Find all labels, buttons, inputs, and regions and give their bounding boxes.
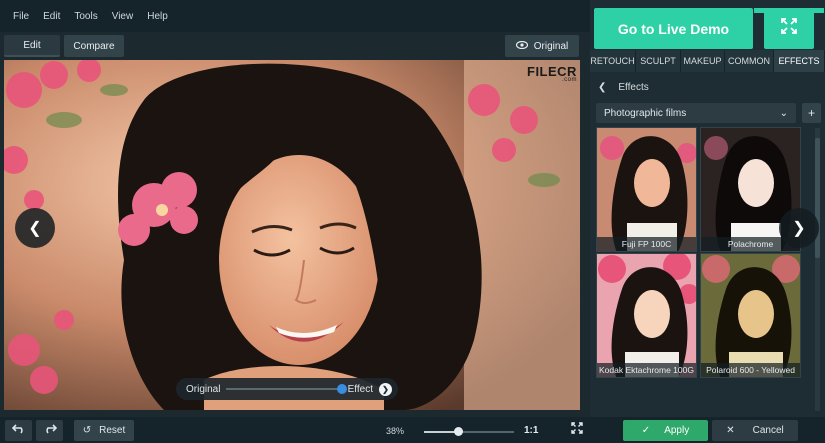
- tab-edit[interactable]: Edit: [4, 35, 60, 57]
- bottom-toolbar: ↺ Reset 38% 1:1 ✓ Apply ✕ Cancel: [0, 417, 825, 443]
- reset-label: Reset: [99, 425, 126, 436]
- reset-icon: ↺: [82, 425, 92, 436]
- add-effect-button[interactable]: +: [802, 103, 821, 123]
- effects-title: Effects: [618, 81, 649, 93]
- actual-size-button[interactable]: 1:1: [524, 425, 538, 436]
- thumbnail-label: Polaroid 600 - Yellowed: [701, 363, 800, 377]
- scroll-thumb[interactable]: [815, 138, 820, 258]
- thumbnail-image: [701, 254, 800, 377]
- before-after-slider[interactable]: Original Effect ❯: [176, 378, 398, 400]
- redo-icon: [43, 424, 57, 437]
- tool-tabs: RETOUCH SCULPT MAKEUP COMMON EFFECTS: [590, 50, 825, 72]
- tab-makeup[interactable]: MAKEUP: [681, 50, 725, 72]
- next-arrow-button[interactable]: ❯: [779, 208, 819, 248]
- tab-sculpt[interactable]: SCULPT: [636, 50, 681, 72]
- fit-screen-icon[interactable]: [571, 422, 583, 437]
- reset-button[interactable]: ↺ Reset: [74, 420, 134, 441]
- apply-label: Apply: [664, 425, 690, 436]
- tab-retouch[interactable]: RETOUCH: [590, 50, 636, 72]
- previous-arrow-button[interactable]: ❮: [15, 208, 55, 248]
- show-original-label: Original: [533, 40, 569, 52]
- photo-canvas[interactable]: [4, 60, 580, 410]
- effect-thumbnail[interactable]: Polaroid 600 - Yellowed: [700, 253, 801, 378]
- zoom-knob[interactable]: [454, 427, 464, 436]
- chevron-right-icon: ❯: [792, 220, 806, 237]
- zoom-fill: [424, 431, 459, 433]
- tab-common[interactable]: COMMON: [725, 50, 774, 72]
- expand-icon: [780, 17, 798, 40]
- menu-bar: File Edit Tools View Help: [0, 0, 590, 32]
- menu-edit[interactable]: Edit: [36, 11, 67, 22]
- slider-effect-label: Effect: [347, 383, 373, 395]
- close-icon: ✕: [726, 425, 735, 436]
- zoom-percentage: 38%: [386, 426, 405, 436]
- apply-button[interactable]: ✓ Apply: [623, 420, 708, 441]
- chevron-left-icon: ❮: [28, 220, 42, 237]
- menu-tools[interactable]: Tools: [67, 11, 104, 22]
- eye-icon: [515, 40, 528, 52]
- back-arrow-icon[interactable]: ❮: [598, 82, 606, 93]
- view-mode-bar: Edit Compare Original: [0, 32, 590, 58]
- dropdown-value: Photographic films: [604, 107, 687, 119]
- slider-track[interactable]: [226, 384, 347, 394]
- thumbnail-image: [597, 128, 696, 251]
- show-original-button[interactable]: Original: [505, 35, 579, 57]
- cancel-label: Cancel: [752, 425, 784, 436]
- redo-button[interactable]: [36, 420, 63, 441]
- chevron-down-icon: ⌄: [779, 107, 788, 119]
- slider-original-label: Original: [186, 383, 221, 395]
- tab-compare[interactable]: Compare: [64, 35, 124, 57]
- undo-icon: [11, 424, 26, 437]
- thumbnail-image: [597, 254, 696, 377]
- thumbnail-label: Fuji FP 100C: [597, 237, 696, 251]
- slider-knob[interactable]: [336, 384, 347, 394]
- zoom-slider[interactable]: [424, 427, 514, 436]
- cancel-button[interactable]: ✕ Cancel: [712, 420, 798, 441]
- menu-help[interactable]: Help: [140, 11, 175, 22]
- menu-file[interactable]: File: [6, 11, 36, 22]
- effect-thumbnail[interactable]: Fuji FP 100C: [596, 127, 697, 252]
- thumbnail-label: Kodak Ektachrome 100G: [597, 363, 696, 377]
- portrait-photo: [4, 60, 580, 410]
- tab-effects[interactable]: EFFECTS: [774, 50, 825, 72]
- check-icon: ✓: [641, 425, 651, 436]
- effect-category-dropdown[interactable]: Photographic films ⌄: [596, 103, 796, 123]
- fullscreen-button[interactable]: [764, 8, 814, 49]
- menu-view[interactable]: View: [105, 11, 141, 22]
- undo-button[interactable]: [5, 420, 32, 441]
- effect-thumbnail[interactable]: Kodak Ektachrome 100G: [596, 253, 697, 378]
- effects-header: ❮ Effects: [590, 76, 825, 98]
- chevron-right-icon[interactable]: ❯: [379, 382, 392, 396]
- effects-scrollbar[interactable]: [815, 128, 820, 411]
- effects-grid: Fuji FP 100C Polachrome Kodak Ektachrome…: [596, 127, 802, 411]
- live-demo-button[interactable]: Go to Live Demo: [594, 8, 753, 49]
- filecr-watermark: FILECR .com: [527, 64, 577, 83]
